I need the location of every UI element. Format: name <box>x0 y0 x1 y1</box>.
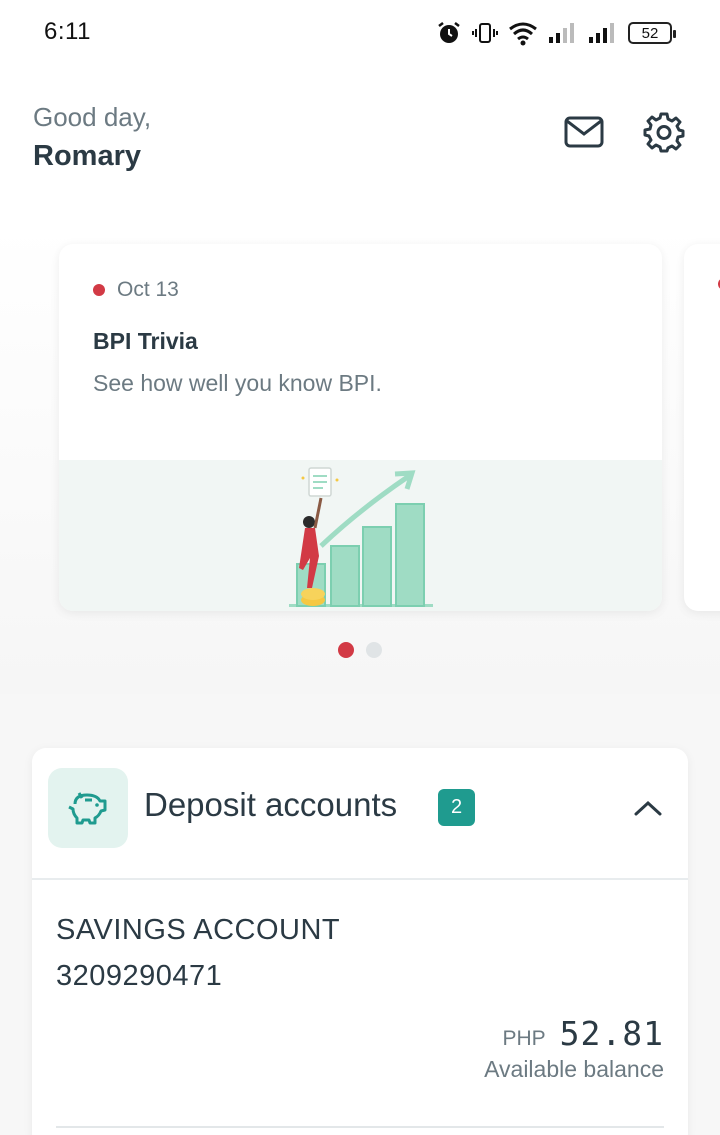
card-title: BPI Trivia <box>93 328 198 354</box>
battery-icon: 52 <box>628 22 676 44</box>
currency-code: PHP <box>502 1027 546 1050</box>
balance-label: Available balance <box>484 1056 664 1082</box>
card-illustration <box>59 460 662 611</box>
deposit-accounts-card: Deposit accounts 2 SAVINGS ACCOUNT 32092… <box>32 748 688 1135</box>
card-date-row: Oct 13 <box>93 278 179 302</box>
wifi-icon <box>509 22 537 46</box>
card-date: Oct 13 <box>117 278 179 301</box>
pagination-dot-active[interactable] <box>338 642 354 658</box>
pagination-dot[interactable] <box>366 642 382 658</box>
collapse-button[interactable] <box>628 788 668 828</box>
signal-icon <box>589 23 614 43</box>
promo-carousel[interactable]: Oct 13 BPI Trivia See how well you know … <box>0 224 720 694</box>
card-description: See how well you know BPI. <box>93 370 382 396</box>
growth-chart-illustration <box>289 467 433 607</box>
account-count-badge: 2 <box>438 789 475 826</box>
vibrate-icon <box>472 23 498 43</box>
status-time: 6:11 <box>44 18 91 45</box>
promo-card-next[interactable] <box>684 244 720 611</box>
new-indicator-dot <box>93 284 105 296</box>
header: Good day, Romary <box>0 64 720 224</box>
balance-amount: 52.81 <box>559 1014 664 1053</box>
deposit-accounts-header[interactable]: Deposit accounts 2 <box>32 748 688 880</box>
carousel-pagination <box>338 642 382 658</box>
alarm-icon <box>438 22 460 43</box>
signal-icon <box>549 23 574 43</box>
promo-card[interactable]: Oct 13 BPI Trivia See how well you know … <box>59 244 662 611</box>
status-icons: 52 <box>436 18 676 48</box>
settings-button[interactable] <box>640 108 688 156</box>
balance-row: PHP 52.81 <box>502 1014 664 1053</box>
gear-icon <box>643 112 685 153</box>
inbox-button[interactable] <box>560 108 608 156</box>
mail-icon <box>564 116 604 148</box>
piggy-bank-icon-box <box>48 768 128 848</box>
account-type: SAVINGS ACCOUNT <box>56 914 341 946</box>
piggy-bank-icon <box>68 792 107 825</box>
user-name: Romary <box>33 140 141 172</box>
status-bar: 6:11 52 <box>0 0 720 64</box>
deposit-accounts-title: Deposit accounts <box>144 786 398 823</box>
battery-level: 52 <box>641 24 659 42</box>
divider <box>56 1126 664 1128</box>
chevron-up-icon <box>634 800 662 816</box>
account-number: 3209290471 <box>56 960 223 992</box>
greeting: Good day, <box>33 102 152 132</box>
